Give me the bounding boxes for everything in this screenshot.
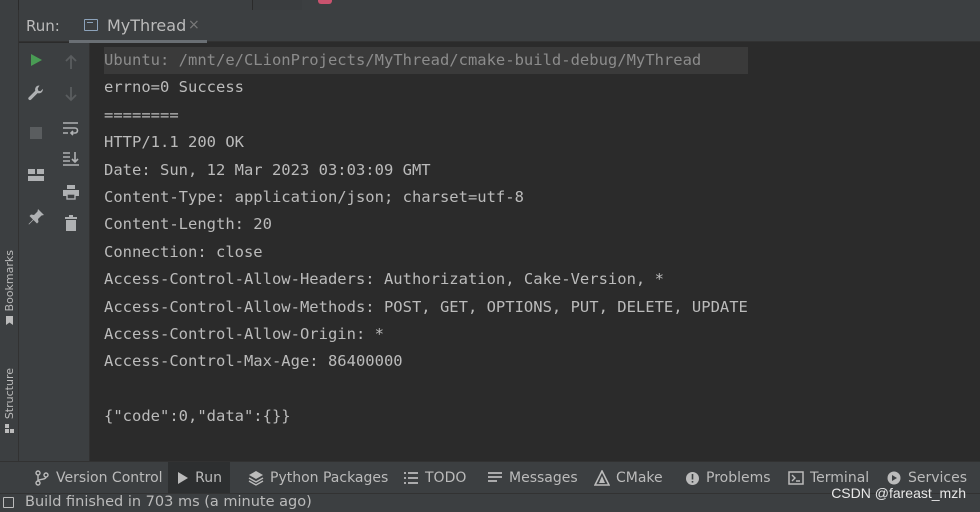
tab-python-packages[interactable]: Python Packages — [240, 462, 396, 494]
tab-todo[interactable]: TODO — [395, 462, 474, 494]
run-icon — [176, 470, 189, 486]
arrow-up-icon — [65, 54, 77, 69]
tab-cmake[interactable]: CMake — [586, 462, 671, 494]
stop-icon — [30, 127, 42, 139]
console-line: Connection: close — [104, 242, 263, 261]
console-line: ======== — [104, 105, 179, 124]
console-line: Access-Control-Allow-Origin: * — [104, 324, 384, 343]
tab-run-label: Run — [195, 470, 222, 486]
soft-wrap-icon — [63, 122, 79, 136]
services-icon — [886, 470, 902, 486]
top-strip-segment — [252, 0, 302, 10]
close-icon[interactable]: × — [188, 17, 200, 33]
arrow-down-icon — [65, 87, 77, 102]
tab-run[interactable]: Run — [168, 462, 230, 494]
structure-icon — [5, 424, 14, 434]
run-toolbar-primary — [19, 43, 53, 461]
tab-version-control-label: Version Control — [56, 470, 163, 486]
layers-icon — [248, 470, 264, 486]
run-tab-mythread[interactable]: MyThread × — [69, 10, 207, 43]
bookmark-icon — [6, 316, 13, 326]
console-line: Content-Type: application/json; charset=… — [104, 187, 524, 206]
bookmarks-label: Bookmarks — [3, 250, 16, 312]
console-line: Access-Control-Allow-Headers: Authorizat… — [104, 270, 664, 289]
console-line: errno=0 Success — [104, 78, 244, 97]
tab-problems-label: Problems — [706, 470, 771, 486]
tab-python-packages-label: Python Packages — [270, 470, 389, 486]
tab-todo-label: TODO — [425, 470, 467, 486]
stop-button[interactable] — [24, 121, 48, 145]
top-window-strip — [0, 0, 980, 10]
rerun-button[interactable] — [24, 48, 48, 72]
print-icon — [63, 185, 79, 200]
pin-icon — [28, 209, 44, 225]
console-text: Ubuntu: /mnt/e/CLionProjects/MyThread/cm… — [104, 47, 748, 430]
cmake-icon — [594, 470, 610, 486]
console-line: Access-Control-Max-Age: 86400000 — [104, 352, 403, 371]
info-icon — [684, 470, 700, 486]
tab-cmake-label: CMake — [616, 470, 663, 486]
tab-services-label: Services — [908, 470, 968, 486]
console-command-line: Ubuntu: /mnt/e/CLionProjects/MyThread/cm… — [104, 47, 748, 75]
left-tool-strip: Bookmarks Structure — [0, 10, 19, 461]
edit-configuration-button[interactable] — [24, 81, 48, 105]
tool-windows-toggle-icon[interactable] — [3, 497, 14, 508]
tab-messages-label: Messages — [509, 470, 578, 486]
layout-button[interactable] — [24, 163, 48, 187]
console-line: Access-Control-Allow-Methods: POST, GET,… — [104, 297, 748, 316]
bookmarks-side-tab[interactable]: Bookmarks — [1, 250, 18, 326]
run-panel-label: Run: — [26, 17, 60, 35]
console-line: {"code":0,"data":{}} — [104, 407, 291, 426]
clear-all-button[interactable] — [59, 211, 83, 235]
layout-icon — [28, 169, 44, 181]
play-icon — [31, 54, 42, 66]
wrench-icon — [28, 85, 43, 101]
run-panel-header: Run: MyThread × — [19, 10, 980, 43]
scroll-down-button[interactable] — [59, 82, 83, 106]
branch-icon — [34, 470, 50, 486]
structure-side-tab[interactable]: Structure — [1, 368, 18, 434]
soft-wrap-button[interactable] — [59, 116, 83, 140]
top-strip-divider — [18, 0, 19, 10]
watermark: CSDN @fareast_mzh — [831, 485, 966, 501]
tab-problems[interactable]: Problems — [676, 462, 779, 494]
console-line: HTTP/1.1 200 OK — [104, 133, 244, 152]
structure-label: Structure — [3, 368, 16, 420]
trash-icon — [65, 215, 77, 231]
run-tab-title: MyThread — [107, 16, 187, 35]
console-output[interactable]: Ubuntu: /mnt/e/CLionProjects/MyThread/cm… — [91, 43, 980, 461]
status-message: Build finished in 703 ms (a minute ago) — [25, 494, 312, 510]
tab-messages[interactable]: Messages — [479, 462, 586, 494]
top-strip-indicator — [318, 0, 332, 4]
tab-version-control[interactable]: Version Control — [26, 462, 171, 494]
print-button[interactable] — [59, 180, 83, 204]
terminal-icon — [788, 470, 804, 486]
tab-terminal-label: Terminal — [810, 470, 870, 486]
list-icon — [403, 470, 419, 486]
console-line: Date: Sun, 12 Mar 2023 03:03:09 GMT — [104, 160, 431, 179]
console-line: Content-Length: 20 — [104, 215, 272, 234]
messages-icon — [487, 470, 503, 486]
scroll-to-end-icon — [63, 152, 79, 166]
run-toolbar-secondary — [53, 43, 90, 461]
scroll-to-end-button[interactable] — [59, 147, 83, 171]
console-tab-icon — [84, 19, 98, 31]
pin-tab-button[interactable] — [24, 205, 48, 229]
scroll-up-button[interactable] — [59, 50, 83, 74]
